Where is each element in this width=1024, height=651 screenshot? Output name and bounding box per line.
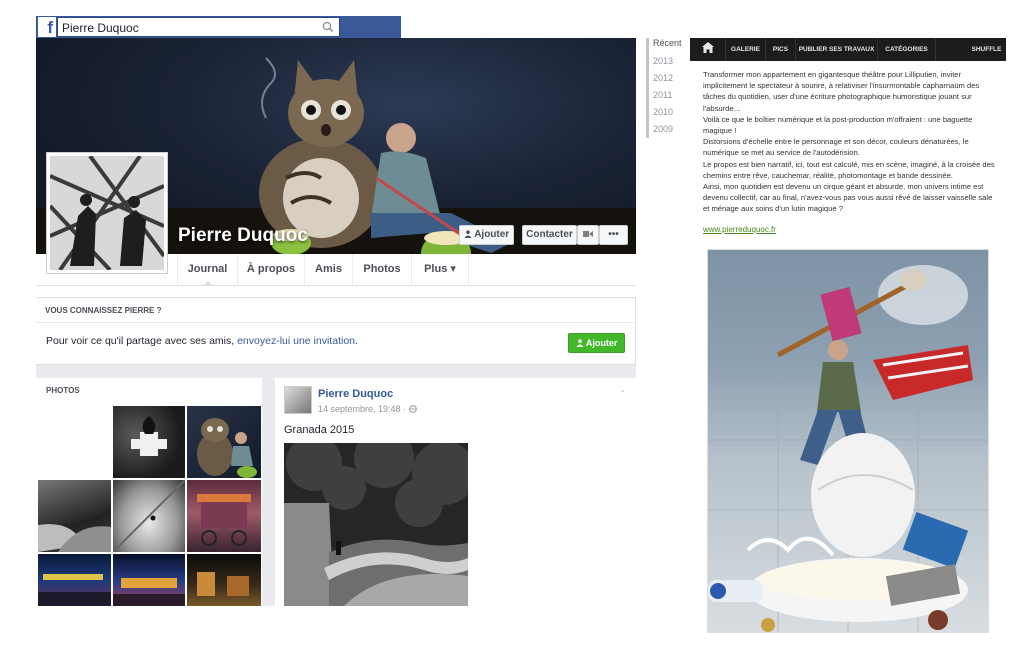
photo-thumbnail-image: [113, 578, 185, 606]
know-him-box: VOUS CONNAISSEZ PIERRE ? Pour voir ce qu…: [36, 297, 636, 365]
add-friend-green-button[interactable]: Ajouter: [568, 333, 625, 353]
photo-thumbnail-image: [113, 480, 185, 552]
nav-categories[interactable]: CATÉGORIES: [878, 38, 936, 61]
add-friend-label: Ajouter: [474, 229, 510, 240]
photo-thumbnail[interactable]: [113, 554, 185, 606]
person-add-icon: [576, 339, 584, 347]
photo-thumbnail-image: [197, 494, 251, 546]
profile-picture[interactable]: [46, 152, 168, 274]
website-link[interactable]: www.pierreduquoc.fr: [703, 225, 776, 234]
description-paragraph: Le propos est bien narratif, ici, tout e…: [703, 159, 995, 180]
tab-friends[interactable]: Amis: [304, 254, 352, 285]
photos-card: PHOTOS: [36, 378, 262, 606]
website-description: Transformer mon appartement en gigantesq…: [703, 69, 995, 215]
post-card: Pierre Duquoc 14 septembre, 19:48 · ⌄ Gr…: [275, 378, 636, 606]
profile-name[interactable]: Pierre Duquoc: [178, 225, 308, 247]
facebook-logo[interactable]: f: [38, 17, 56, 37]
website-nav: GALERIE PICS PUBLIER SES TRAVAUX CATÉGOR…: [690, 38, 1006, 61]
send-invitation-link[interactable]: envoyez-lui une invitation.: [237, 335, 358, 347]
description-paragraph: Transformer mon appartement en gigantesq…: [703, 70, 980, 113]
contact-label: Contacter: [526, 229, 573, 240]
search-input[interactable]: Pierre Duquoc: [57, 17, 340, 37]
photo-thumbnail[interactable]: [187, 554, 261, 606]
nav-pics[interactable]: PICS: [766, 38, 796, 61]
post-date-text: 14 septembre, 19:48 ·: [318, 404, 409, 414]
post-author-name[interactable]: Pierre Duquoc: [318, 388, 393, 400]
timeline-line: [646, 38, 649, 138]
photo-thumbnail[interactable]: [38, 480, 111, 552]
year-2013[interactable]: 2013: [653, 56, 673, 66]
year-2010[interactable]: 2010: [653, 107, 673, 117]
nav-home[interactable]: [690, 38, 726, 61]
tab-more[interactable]: Plus ▾: [411, 254, 469, 285]
photo-thumbnail-image: [131, 416, 167, 456]
photo-thumbnail[interactable]: [113, 406, 185, 478]
globe-icon: [408, 405, 417, 413]
photo-thumbnail[interactable]: [187, 480, 261, 552]
photo-thumbnail[interactable]: [113, 480, 185, 552]
post-photo[interactable]: [284, 443, 468, 606]
video-call-button[interactable]: [577, 225, 599, 245]
facebook-top-bar: f Pierre Duquoc: [36, 16, 401, 38]
photo-thumbnail[interactable]: [38, 554, 111, 606]
featured-photo-image: [708, 265, 988, 632]
post-text: Granada 2015: [284, 424, 355, 436]
year-2011[interactable]: 2011: [653, 90, 672, 100]
post-photo-image: [284, 443, 468, 606]
tab-journal[interactable]: Journal: [177, 254, 237, 286]
photo-thumbnail-image: [38, 524, 111, 552]
photos-title[interactable]: PHOTOS: [46, 386, 80, 395]
person-add-icon: [464, 230, 472, 238]
year-recent[interactable]: Récent: [653, 38, 682, 48]
more-options-label: •••: [608, 229, 619, 240]
home-icon: [701, 42, 714, 53]
chevron-down-icon[interactable]: ⌄: [619, 384, 627, 395]
description-paragraph: Ainsi, mon quotidien est devenu un cirqu…: [703, 182, 993, 214]
contact-button[interactable]: Contacter: [522, 225, 577, 245]
tab-photos[interactable]: Photos: [352, 254, 411, 285]
nav-shuffle[interactable]: SHUFFLE: [967, 38, 1006, 61]
add-friend-green-label: Ajouter: [585, 338, 618, 348]
photo-thumbnail[interactable]: [187, 406, 261, 478]
add-friend-button[interactable]: Ajouter: [459, 225, 514, 245]
know-him-text-prefix: Pour voir ce qu'il partage avec ses amis…: [46, 335, 238, 347]
nav-publish[interactable]: PUBLIER SES TRAVAUX: [796, 38, 878, 61]
more-options-button[interactable]: •••: [599, 225, 628, 245]
year-2009[interactable]: 2009: [653, 124, 673, 134]
description-paragraph: Voilà ce que le boîtier numérique et la …: [703, 114, 973, 136]
featured-photo[interactable]: [707, 249, 989, 633]
post-timestamp[interactable]: 14 septembre, 19:48 ·: [318, 404, 417, 414]
description-paragraph: Distorsions d'échelle entre le personnag…: [703, 137, 969, 158]
divider: [36, 322, 636, 323]
know-him-text: Pour voir ce qu'il partage avec ses amis…: [46, 335, 358, 347]
photo-thumbnail-image: [38, 574, 111, 606]
year-2012[interactable]: 2012: [653, 73, 673, 83]
photo-thumbnail-image: [197, 572, 249, 596]
tab-about[interactable]: À propos: [237, 254, 304, 285]
photo-thumbnail-image: [197, 418, 257, 478]
nav-galerie[interactable]: GALERIE: [726, 38, 766, 61]
post-author-avatar[interactable]: [284, 386, 312, 414]
video-icon: [583, 231, 593, 237]
know-him-title: VOUS CONNAISSEZ PIERRE ?: [45, 306, 162, 315]
profile-illustration: [48, 154, 166, 272]
search-icon[interactable]: [321, 20, 335, 34]
search-value: Pierre Duquoc: [62, 21, 139, 35]
